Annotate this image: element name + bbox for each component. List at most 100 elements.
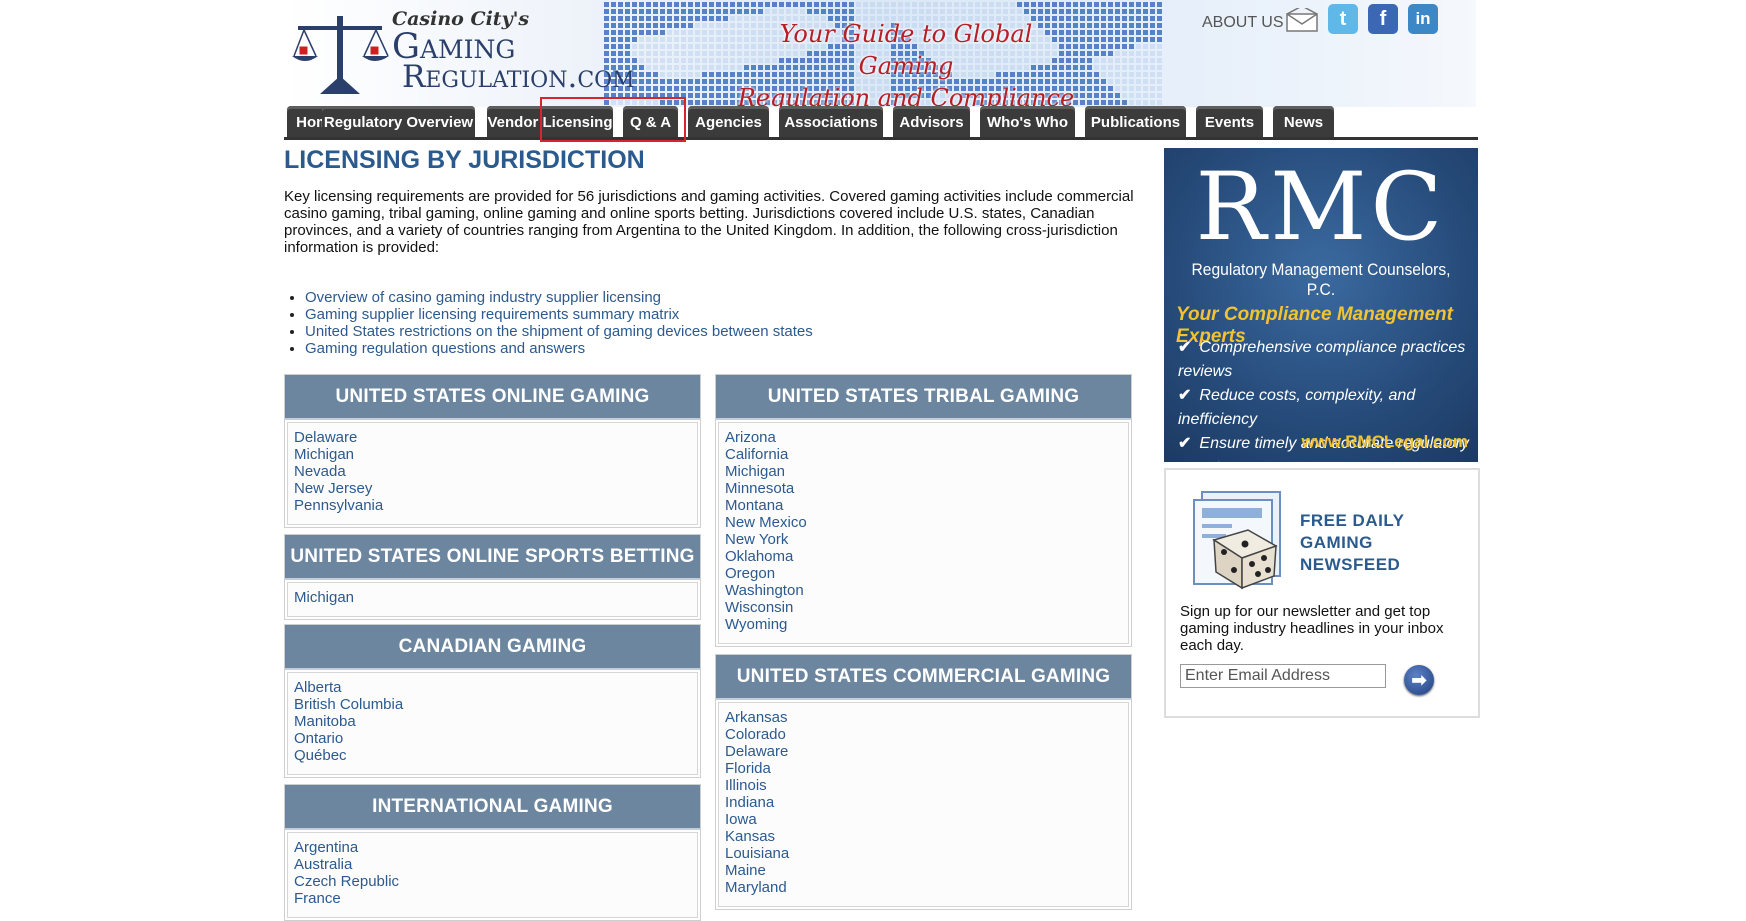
list-item: Oklahoma — [725, 548, 1122, 565]
scales-logo-icon[interactable] — [290, 12, 390, 94]
jurisdiction-link[interactable]: Iowa — [725, 811, 757, 828]
jurisdiction-link[interactable]: Delaware — [294, 429, 357, 446]
list-item: Kansas — [725, 828, 1122, 845]
box-title: INTERNATIONAL GAMING — [285, 785, 700, 830]
list-item: Washington — [725, 582, 1122, 599]
jurisdiction-link[interactable]: Wyoming — [725, 616, 787, 633]
tab-news[interactable]: News — [1273, 106, 1334, 139]
jurisdiction-link[interactable]: Delaware — [725, 743, 788, 760]
questions-answers-link[interactable]: Gaming regulation questions and answers — [305, 340, 585, 357]
ad-bullet-text: Reduce costs, complexity, and inefficien… — [1178, 387, 1416, 428]
list-item: Florida — [725, 760, 1122, 777]
list-item: Maryland — [725, 879, 1122, 896]
jurisdiction-link[interactable]: Alberta — [294, 679, 342, 696]
tab-advisors[interactable]: Advisors — [893, 106, 970, 139]
site-header: Casino City's Gaming Regulation.com Your… — [284, 0, 1476, 107]
jurisdiction-link[interactable]: Michigan — [725, 463, 785, 480]
jurisdiction-link[interactable]: Oklahoma — [725, 548, 793, 565]
list-item: New Mexico — [725, 514, 1122, 531]
list-item: Michigan — [725, 463, 1122, 480]
tab-associations[interactable]: Associations — [779, 106, 883, 139]
page-title: LICENSING BY JURISDICTION — [284, 146, 645, 174]
jurisdiction-link[interactable]: Maryland — [725, 879, 787, 896]
jurisdiction-link[interactable]: Maine — [725, 862, 766, 879]
canadian-gaming-box: CANADIAN GAMING Alberta British Columbia M… — [284, 624, 701, 778]
jurisdiction-link[interactable]: New Jersey — [294, 480, 372, 497]
jurisdiction-link[interactable]: Colorado — [725, 726, 786, 743]
jurisdiction-link[interactable]: Illinois — [725, 777, 767, 794]
us-commercial-gaming-box: UNITED STATES COMMERCIAL GAMING Arkansas… — [715, 654, 1132, 910]
supplier-licensing-overview-link[interactable]: Overview of casino gaming industry suppl… — [305, 289, 661, 306]
list-item: Gaming regulation questions and answers — [305, 340, 813, 357]
jurisdiction-link[interactable]: Minnesota — [725, 480, 794, 497]
list-item: Gaming supplier licensing requirements s… — [305, 306, 813, 323]
jurisdiction-link[interactable]: Florida — [725, 760, 771, 777]
tab-events[interactable]: Events — [1196, 106, 1263, 139]
box-title: UNITED STATES TRIBAL GAMING — [716, 375, 1131, 420]
list-item: Oregon — [725, 565, 1122, 582]
jurisdiction-link[interactable]: New Mexico — [725, 514, 807, 531]
list-item: Michigan — [294, 589, 691, 606]
jurisdiction-link[interactable]: Pennsylvania — [294, 497, 383, 514]
jurisdiction-list: Argentina Australia Czech Republic France — [287, 832, 698, 918]
tab-publications[interactable]: Publications — [1085, 106, 1186, 139]
list-item: Pennsylvania — [294, 497, 691, 514]
list-item: Illinois — [725, 777, 1122, 794]
jurisdiction-link[interactable]: Michigan — [294, 589, 354, 606]
arrow-right-icon[interactable]: ➡ — [1404, 665, 1434, 695]
about-us-link[interactable]: ABOUT US — [1202, 14, 1284, 32]
list-item: Czech Republic — [294, 873, 691, 890]
check-icon: ✔ — [1178, 435, 1192, 452]
jurisdiction-link[interactable]: Wisconsin — [725, 599, 793, 616]
list-item: Delaware — [725, 743, 1122, 760]
jurisdiction-link[interactable]: Montana — [725, 497, 783, 514]
list-item: Louisiana — [725, 845, 1122, 862]
jurisdiction-link[interactable]: Argentina — [294, 839, 358, 856]
jurisdiction-link[interactable]: Indiana — [725, 794, 774, 811]
tab-who-s-who[interactable]: Who's Who — [980, 106, 1075, 139]
box-title: UNITED STATES COMMERCIAL GAMING — [716, 655, 1131, 700]
shipment-restrictions-link[interactable]: United States restrictions on the shipme… — [305, 323, 813, 340]
jurisdiction-link[interactable]: Ontario — [294, 730, 343, 747]
logo-line-2[interactable]: Regulation.com — [402, 62, 635, 93]
jurisdiction-link[interactable]: Arizona — [725, 429, 776, 446]
jurisdiction-link[interactable]: Michigan — [294, 446, 354, 463]
box-title: CANADIAN GAMING — [285, 625, 700, 670]
jurisdiction-link[interactable]: Nevada — [294, 463, 346, 480]
jurisdiction-link[interactable]: Australia — [294, 856, 352, 873]
list-item: United States restrictions on the shipme… — [305, 323, 813, 340]
jurisdiction-link[interactable]: Oregon — [725, 565, 775, 582]
box-title: UNITED STATES ONLINE GAMING — [285, 375, 700, 420]
jurisdiction-list: Arkansas Colorado Delaware Florida Illinois I… — [718, 702, 1129, 907]
tab-agencies[interactable]: Agencies — [688, 106, 769, 139]
summary-matrix-link[interactable]: Gaming supplier licensing requirements s… — [305, 306, 679, 323]
jurisdiction-link[interactable]: British Columbia — [294, 696, 403, 713]
jurisdiction-link[interactable]: New York — [725, 531, 788, 548]
ad-bullet: ✔ Reduce costs, complexity, and inefficie… — [1178, 384, 1478, 432]
jurisdiction-link[interactable]: Manitoba — [294, 713, 356, 730]
jurisdiction-link[interactable]: Arkansas — [725, 709, 788, 726]
tab-regulatory-overview[interactable]: Regulatory Overview — [322, 106, 475, 139]
list-item: New Jersey — [294, 480, 691, 497]
facebook-icon[interactable]: f — [1368, 4, 1398, 34]
newsfeed-title: FREE DAILY GAMING NEWSFEED — [1300, 511, 1405, 574]
ad-subtitle: Regulatory Management Counselors, P.C. — [1191, 260, 1451, 299]
list-item: Alberta — [294, 679, 691, 696]
ad-brand: RMC — [1195, 153, 1447, 262]
jurisdiction-link[interactable]: California — [725, 446, 788, 463]
jurisdiction-list: Arizona California Michigan Minnesota Montan… — [718, 422, 1129, 644]
jurisdiction-link[interactable]: France — [294, 890, 341, 907]
list-item: Ontario — [294, 730, 691, 747]
linkedin-icon[interactable]: in — [1408, 4, 1438, 34]
check-icon: ✔ — [1178, 387, 1192, 404]
jurisdiction-link[interactable]: Québec — [294, 747, 347, 764]
jurisdiction-link[interactable]: Czech Republic — [294, 873, 399, 890]
twitter-icon[interactable]: t — [1328, 4, 1358, 34]
jurisdiction-link[interactable]: Washington — [725, 582, 804, 599]
email-field[interactable] — [1180, 664, 1386, 688]
jurisdiction-link[interactable]: Louisiana — [725, 845, 789, 862]
jurisdiction-link[interactable]: Kansas — [725, 828, 775, 845]
box-title: UNITED STATES ONLINE SPORTS BETTING — [285, 535, 700, 580]
mail-icon[interactable] — [1286, 8, 1318, 32]
rmc-advertisement[interactable]: RMC Regulatory Management Counselors, P.… — [1164, 148, 1478, 462]
